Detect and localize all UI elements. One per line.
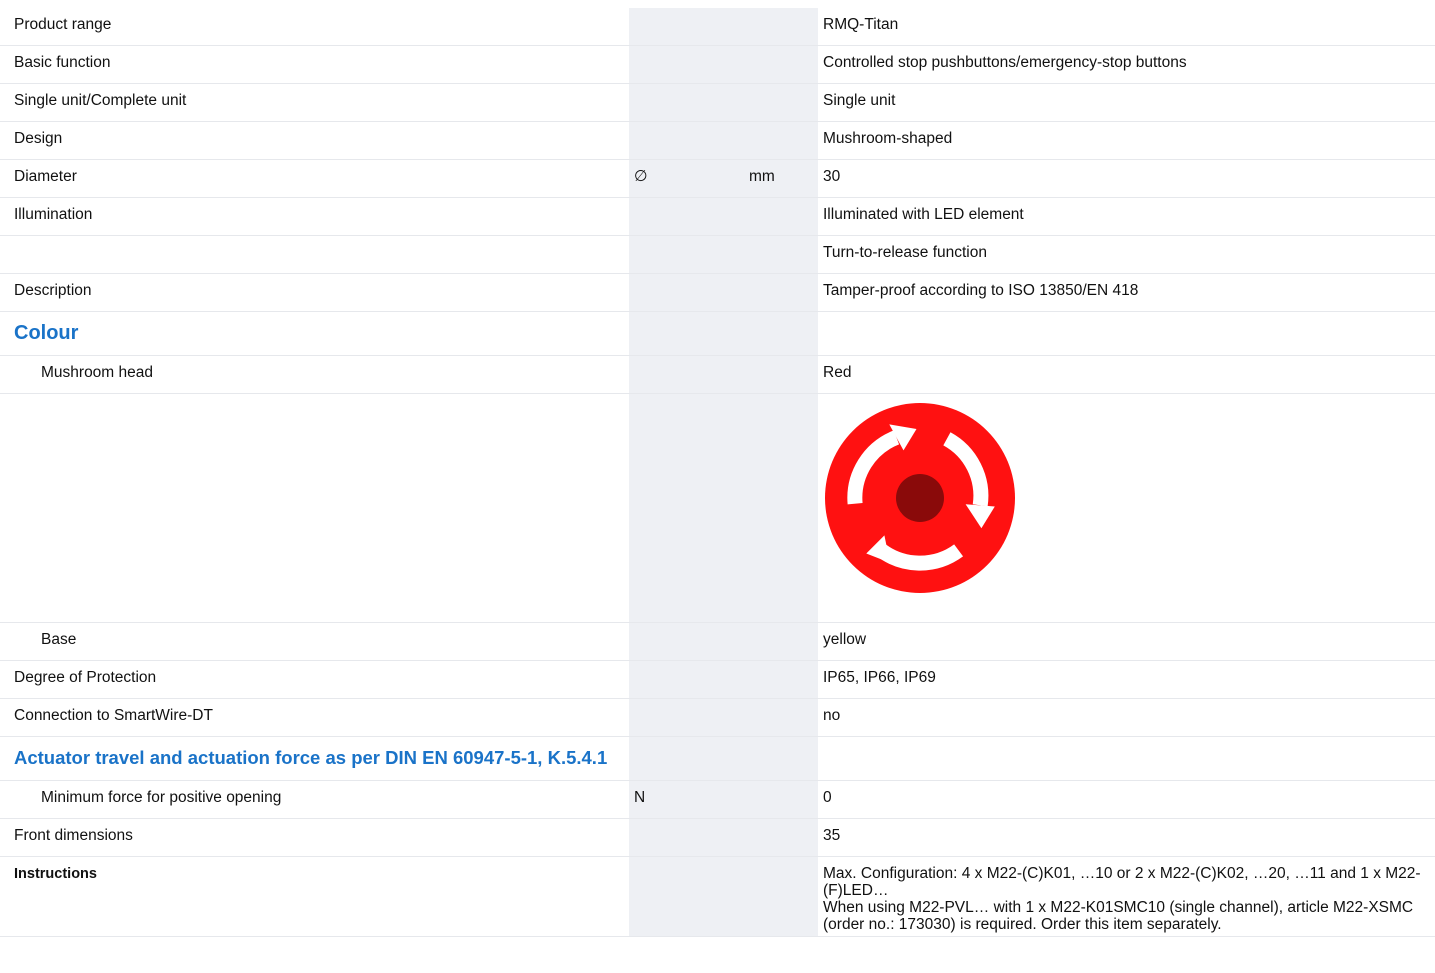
row-value: RMQ-Titan <box>818 8 1435 46</box>
row-symbol <box>629 273 743 312</box>
row-label <box>0 235 629 274</box>
row-label: Basic function <box>0 45 629 84</box>
row-label: Degree of Protection <box>0 660 629 699</box>
row-label: Diameter <box>0 159 629 198</box>
row-value: Mushroom-shaped <box>818 121 1435 160</box>
section-heading-colour: Colour <box>0 311 629 356</box>
instructions-line-2: When using M22-PVL… with 1 x M22-K01SMC1… <box>823 899 1414 933</box>
section-heading-partial <box>14 0 20 6</box>
row-symbol <box>629 197 743 236</box>
row-mushroom-head: Mushroom head Red <box>0 355 1435 394</box>
row-smartwire: Connection to SmartWire-DT no <box>0 698 1435 737</box>
row-unit <box>743 121 818 160</box>
row-symbol <box>629 45 743 84</box>
row-value: 0 <box>818 780 1435 819</box>
row-value: IP65, IP66, IP69 <box>818 660 1435 699</box>
row-value: no <box>818 698 1435 737</box>
row-symbol <box>629 83 743 122</box>
row-label: Front dimensions <box>0 818 629 857</box>
row-unit <box>743 8 818 46</box>
row-design: Design Mushroom-shaped <box>0 121 1435 160</box>
row-value: Tamper-proof according to ISO 13850/EN 4… <box>818 273 1435 312</box>
row-degree-of-protection: Degree of Protection IP65, IP66, IP69 <box>0 660 1435 699</box>
row-unit <box>743 45 818 84</box>
section-heading-actuator: Actuator travel and actuation force as p… <box>0 736 629 781</box>
row-label: Design <box>0 121 629 160</box>
row-value: Turn-to-release function <box>818 235 1435 274</box>
row-unit <box>743 235 818 274</box>
row-unit <box>743 197 818 236</box>
row-value: Single unit <box>818 83 1435 122</box>
section-actuator: Actuator travel and actuation force as p… <box>0 736 1435 781</box>
row-front-dimensions: Front dimensions 35 <box>0 818 1435 857</box>
diameter-symbol: ∅ <box>629 159 743 198</box>
row-label: Minimum force for positive opening <box>0 780 629 819</box>
row-value: 30 <box>818 159 1435 198</box>
row-label: Product range <box>0 8 629 46</box>
row-diameter: Diameter ∅ mm 30 <box>0 159 1435 198</box>
row-symbol <box>629 235 743 274</box>
row-symbol <box>629 8 743 46</box>
row-value: yellow <box>818 622 1435 661</box>
row-label: Illumination <box>0 197 629 236</box>
instructions-text: Max. Configuration: 4 x M22-(C)K01, …10 … <box>818 856 1435 937</box>
instructions-line-1: Max. Configuration: 4 x M22-(C)K01, …10 … <box>823 865 1421 899</box>
row-min-force: Minimum force for positive opening N 0 <box>0 780 1435 819</box>
row-turn-to-release: Turn-to-release function <box>0 235 1435 274</box>
row-single-unit: Single unit/Complete unit Single unit <box>0 83 1435 122</box>
row-base: Base yellow <box>0 622 1435 661</box>
row-label: Single unit/Complete unit <box>0 83 629 122</box>
row-label: Base <box>0 622 629 661</box>
row-product-image <box>0 393 1435 623</box>
row-value: Red <box>818 355 1435 394</box>
emergency-stop-button-icon <box>825 403 1015 593</box>
row-label: Instructions <box>0 856 629 937</box>
row-value: Controlled stop pushbuttons/emergency-st… <box>818 45 1435 84</box>
row-illumination: Illumination Illuminated with LED elemen… <box>0 197 1435 236</box>
row-unit: mm <box>743 159 818 198</box>
row-description: Description Tamper-proof according to IS… <box>0 273 1435 312</box>
row-product-range: Product range RMQ-Titan <box>0 8 1435 46</box>
row-symbol: N <box>629 780 743 819</box>
row-unit <box>743 273 818 312</box>
row-label: Description <box>0 273 629 312</box>
row-instructions: Instructions Max. Configuration: 4 x M22… <box>0 856 1435 937</box>
row-value: Illuminated with LED element <box>818 197 1435 236</box>
row-label: Mushroom head <box>0 355 629 394</box>
row-basic-function: Basic function Controlled stop pushbutto… <box>0 45 1435 84</box>
row-symbol <box>629 121 743 160</box>
row-unit <box>743 83 818 122</box>
row-label: Connection to SmartWire-DT <box>0 698 629 737</box>
section-colour: Colour <box>0 311 1435 356</box>
product-data-table: Product range RMQ-Titan Basic function C… <box>0 8 1435 937</box>
row-value: 35 <box>818 818 1435 857</box>
